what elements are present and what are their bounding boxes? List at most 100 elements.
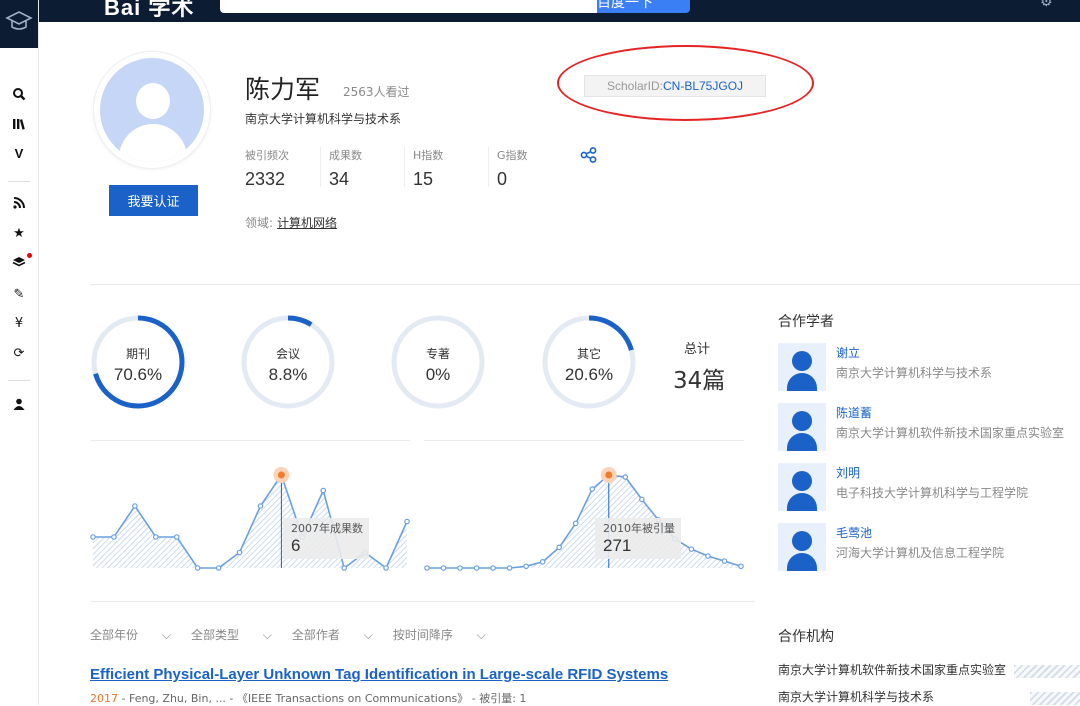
chart-point[interactable] (556, 544, 563, 551)
filter-author[interactable]: 全部作者 ⌵ (292, 628, 373, 642)
chart-point[interactable] (440, 565, 447, 571)
chart-point[interactable] (194, 565, 201, 571)
chart-point[interactable] (589, 486, 596, 492)
v-icon[interactable]: V (0, 146, 38, 161)
coauthor-name[interactable]: 谢立 (836, 344, 860, 361)
stat-value: 34 (329, 169, 350, 189)
sidebar-divider (8, 181, 30, 182)
section-divider (90, 601, 755, 602)
coauthor-item[interactable]: 陈道蓄 南京大学计算机软件新技术国家重点实验室 (778, 403, 1080, 453)
institution-item[interactable]: 南京大学计算机科学与技术系 (778, 688, 1080, 706)
chart-point[interactable] (132, 503, 138, 509)
chart-point[interactable] (236, 549, 243, 556)
chart-point[interactable] (111, 534, 117, 540)
coauthor-name[interactable]: 刘明 (836, 464, 860, 481)
coauthor-name[interactable]: 毛莺池 (836, 524, 872, 541)
stat-label: 被引频次 (245, 149, 289, 162)
stat-value: 15 (413, 169, 434, 189)
chart-point[interactable] (506, 565, 513, 571)
notification-dot (27, 253, 32, 258)
search-icon[interactable] (0, 87, 38, 105)
coauthor-affiliation: 河海大学计算机及信息工程学院 (836, 546, 1005, 560)
scholar-affiliation[interactable]: 南京大学计算机科学与技术系 (245, 110, 401, 127)
institution-name[interactable]: 南京大学计算机软件新技术国家重点实验室 (778, 661, 1008, 678)
filter-type[interactable]: 全部类型 ⌵ (191, 628, 272, 642)
coauthor-item[interactable]: 毛莺池 河海大学计算机及信息工程学院 (778, 523, 1080, 573)
paper-title-link[interactable]: Efficient Physical-Layer Unknown Tag Ide… (90, 666, 668, 683)
stat-g-index: G指数 0 (497, 147, 528, 190)
rss-icon[interactable] (0, 197, 38, 213)
share-icon[interactable] (580, 147, 597, 163)
stat-value: 0 (497, 169, 508, 189)
chart-point[interactable] (320, 487, 327, 494)
donut-percent: 8.8% (268, 365, 308, 384)
stat-divider (320, 147, 321, 187)
coauthor-item[interactable]: 谢立 南京大学计算机科学与技术系 (778, 343, 1080, 393)
pencil-icon[interactable]: ✎ (0, 287, 38, 302)
stat-value: 2332 (245, 169, 286, 189)
yen-icon[interactable]: ¥ (0, 316, 38, 331)
chart-point[interactable] (215, 565, 222, 571)
research-field: 领域: 计算机网络 (245, 214, 337, 231)
chart-point[interactable] (383, 565, 389, 571)
coauthor-avatar (778, 403, 826, 451)
paper-meta: 2017 - Feng, Zhu, Bin, ... - 《IEEE Trans… (90, 690, 526, 706)
citations-per-year-chart[interactable] (424, 455, 744, 575)
sidebar: V ★ ✎ ¥ ⟳ (0, 0, 39, 705)
chart-point[interactable] (473, 565, 480, 571)
chart-point[interactable] (639, 496, 645, 503)
chart-highlight-point[interactable] (605, 471, 613, 479)
donut-ring (241, 315, 335, 409)
library-icon[interactable] (0, 117, 38, 135)
claim-profile-button[interactable]: 我要认证 (109, 185, 198, 216)
coauthor-item[interactable]: 刘明 电子科技大学计算机科学与工程学院 (778, 463, 1080, 513)
field-link[interactable]: 计算机网络 (277, 216, 337, 230)
donut-journal: 期刊 70.6% (89, 313, 187, 411)
chart-tooltip: 2010年被引量 271 (595, 518, 681, 559)
chart-point[interactable] (490, 565, 496, 571)
institution-name[interactable]: 南京大学计算机科学与技术系 (778, 688, 1008, 705)
chart-point[interactable] (688, 546, 695, 552)
chart-point[interactable] (705, 553, 711, 559)
avatar-head (136, 83, 170, 119)
avatar (100, 58, 204, 162)
chart-point[interactable] (341, 565, 348, 571)
chart-point[interactable] (90, 534, 96, 540)
user-icon[interactable] (0, 398, 38, 414)
institution-item[interactable]: 南京大学计算机软件新技术国家重点实验室 (778, 661, 1080, 679)
chart-point[interactable] (572, 520, 579, 527)
search-button[interactable]: 百度一下 (597, 0, 690, 13)
field-label: 领域: (245, 216, 274, 230)
coauthor-name[interactable]: 陈道蓄 (836, 404, 872, 421)
mortarboard-icon[interactable] (0, 0, 38, 48)
refresh-icon[interactable]: ⟳ (0, 346, 38, 361)
sidebar-logo-block (0, 0, 38, 48)
filter-year[interactable]: 全部年份 ⌵ (90, 628, 171, 642)
tooltip-value: 6 (291, 536, 301, 555)
filter-label: 全部类型 (190, 628, 239, 642)
chart-point[interactable] (622, 474, 629, 480)
chart-point[interactable] (173, 534, 180, 540)
baidu-scholar-logo[interactable]: Bai 学术 (104, 0, 194, 22)
chart-point[interactable] (153, 534, 159, 540)
chart-point[interactable] (257, 503, 264, 509)
search-input[interactable] (220, 0, 598, 13)
chart-highlight-point[interactable] (277, 471, 285, 479)
star-icon[interactable]: ★ (0, 226, 38, 241)
chart-point[interactable] (457, 565, 463, 571)
filter-label: 按时间降序 (392, 628, 453, 642)
chart-point[interactable] (404, 518, 410, 525)
stat-label: 成果数 (329, 149, 362, 162)
stat-divider (404, 147, 405, 187)
chart-point[interactable] (721, 558, 728, 564)
donut-percent: 70.6% (113, 365, 163, 384)
filter-sort[interactable]: 按时间降序 ⌵ (393, 628, 486, 642)
layers-icon[interactable] (0, 256, 38, 272)
chart-point[interactable] (738, 563, 744, 570)
settings-icon[interactable]: ⚙ (1040, 0, 1056, 10)
chart-point[interactable] (424, 565, 430, 571)
donut-label: 专著 (425, 347, 450, 361)
donut-label: 其它 (576, 347, 601, 361)
chart-point[interactable] (539, 559, 546, 565)
chart-point[interactable] (523, 563, 529, 570)
